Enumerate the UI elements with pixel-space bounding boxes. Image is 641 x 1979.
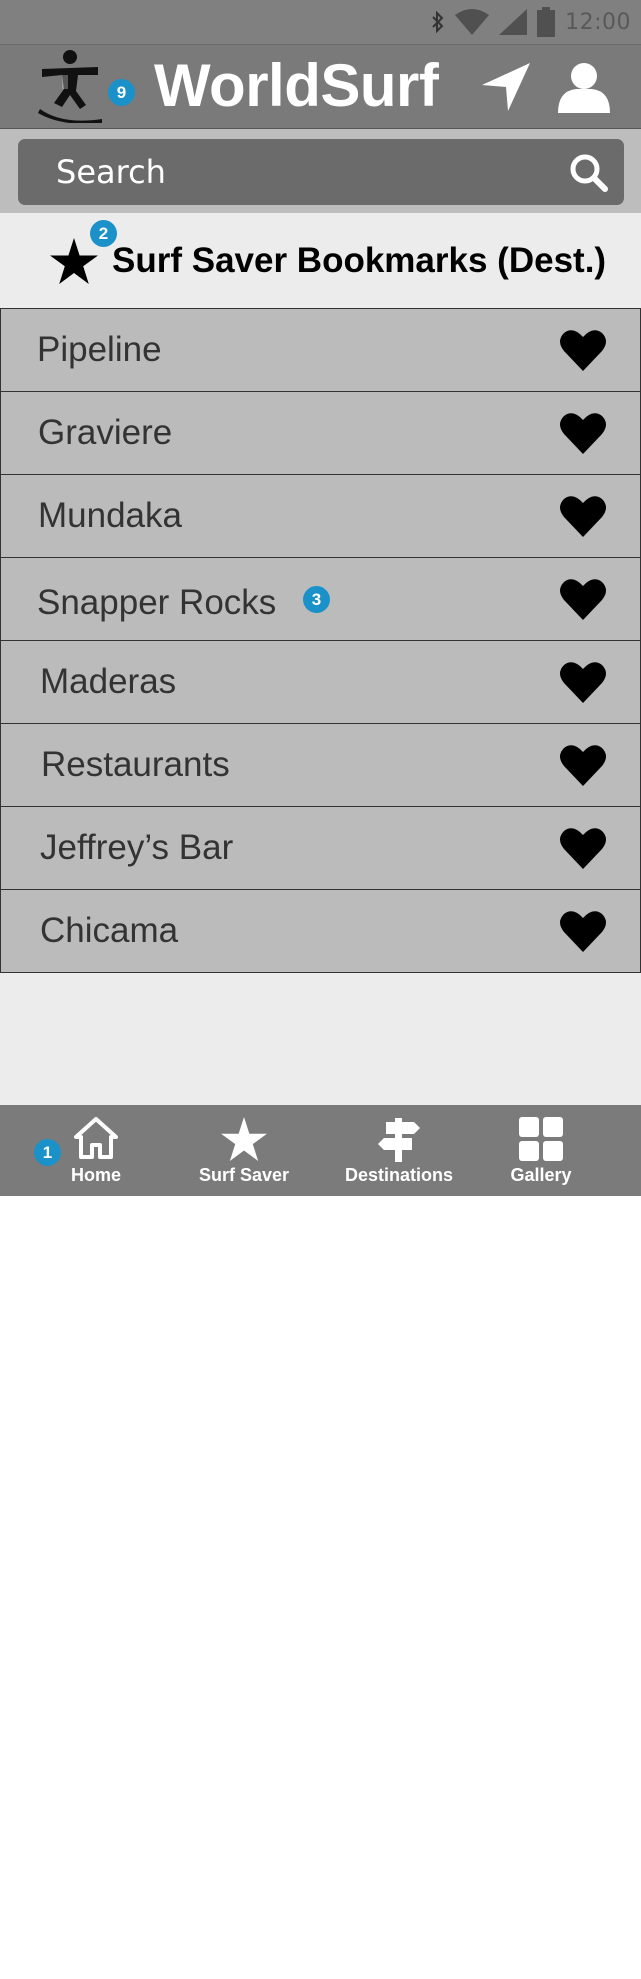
list-item-label: Graviere xyxy=(38,413,173,452)
heart-icon[interactable] xyxy=(560,412,606,454)
star-icon xyxy=(50,238,98,284)
heart-icon[interactable] xyxy=(560,910,606,952)
user-icon xyxy=(558,63,610,113)
list-item[interactable]: Restaurants xyxy=(0,724,641,807)
nav-surf-saver[interactable]: Surf Saver xyxy=(194,1105,294,1196)
nav-home[interactable]: Home xyxy=(56,1105,136,1196)
list-item[interactable]: Maderas xyxy=(0,641,641,724)
battery-icon xyxy=(537,7,556,37)
bookmark-list: Pipeline Graviere Mundaka Snapper Rocks … xyxy=(0,308,641,973)
list-item-label: Mundaka xyxy=(38,496,182,535)
search-placeholder: Search xyxy=(56,153,166,191)
list-item-label: Jeffrey’s Bar xyxy=(40,828,234,867)
home-icon xyxy=(74,1117,118,1159)
section-header: 2 Surf Saver Bookmarks (Dest.) xyxy=(0,213,641,308)
nav-label: Surf Saver xyxy=(198,1165,290,1185)
app-badge: 9 xyxy=(108,79,135,106)
nav-destinations[interactable]: Destinations xyxy=(334,1105,464,1196)
nav-label: Gallery xyxy=(510,1165,572,1185)
list-item-label: Maderas xyxy=(40,662,177,701)
signpost-icon xyxy=(378,1118,420,1162)
cell-signal-icon xyxy=(499,9,528,35)
status-bar: 12:00 xyxy=(0,0,641,45)
list-item[interactable]: Snapper Rocks 3 xyxy=(0,558,641,641)
list-item-label: Snapper Rocks xyxy=(37,583,277,622)
heart-icon[interactable] xyxy=(560,744,606,786)
app-title: WorldSurf xyxy=(154,52,439,119)
heart-icon[interactable] xyxy=(560,578,606,620)
search-bar: Search xyxy=(0,128,641,214)
app-bar: 9 WorldSurf xyxy=(0,45,641,128)
search-input[interactable]: Search xyxy=(18,139,624,205)
bottom-nav: 1 Home Surf Saver Destinations Gallery xyxy=(0,1105,641,1196)
list-item-label: Chicama xyxy=(40,911,179,950)
list-item[interactable]: Jeffrey’s Bar xyxy=(0,807,641,890)
list-item-label: Pipeline xyxy=(37,330,162,369)
heart-icon[interactable] xyxy=(560,495,606,537)
heart-icon[interactable] xyxy=(560,827,606,869)
nav-label: Home xyxy=(70,1165,121,1185)
nav-gallery[interactable]: Gallery xyxy=(498,1105,584,1196)
star-icon xyxy=(221,1117,267,1161)
section-title: Surf Saver Bookmarks (Dest.) xyxy=(112,241,607,280)
grid-icon xyxy=(519,1117,563,1161)
heart-icon[interactable] xyxy=(560,661,606,703)
status-time: 12:00 xyxy=(565,9,631,35)
list-item[interactable]: Mundaka xyxy=(0,475,641,558)
list-item-label: Restaurants xyxy=(41,745,230,784)
list-item[interactable]: Chicama xyxy=(0,890,641,973)
wifi-icon xyxy=(455,9,490,35)
profile-button[interactable] xyxy=(556,59,612,115)
list-item[interactable]: Graviere xyxy=(0,392,641,475)
heart-icon[interactable] xyxy=(560,329,606,371)
list-item[interactable]: Pipeline xyxy=(0,308,641,392)
nav-label: Destinations xyxy=(344,1165,454,1185)
bluetooth-icon xyxy=(432,11,444,33)
phone-screen: 12:00 9 WorldSurf Search 2 Surf Saver Bo… xyxy=(0,0,641,1196)
surfer-logo-icon[interactable] xyxy=(32,47,108,123)
list-item-badge: 3 xyxy=(303,586,330,613)
search-icon[interactable] xyxy=(568,152,608,192)
location-arrow-icon xyxy=(482,63,530,111)
location-button[interactable] xyxy=(478,59,534,115)
status-icons: 12:00 xyxy=(431,6,631,38)
